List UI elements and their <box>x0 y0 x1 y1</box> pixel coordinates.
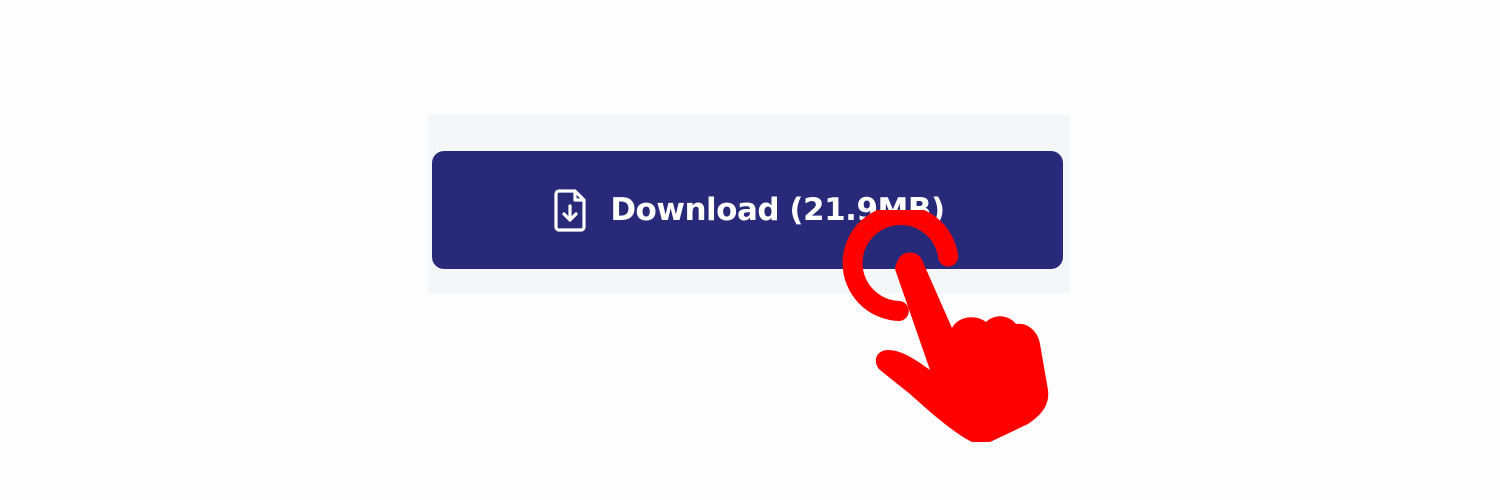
file-download-icon <box>550 187 590 233</box>
download-button[interactable]: Download (21.9MB) <box>432 151 1063 269</box>
download-button-label: Download (21.9MB) <box>610 192 945 228</box>
screen: Download (21.9MB) <box>0 0 1500 500</box>
